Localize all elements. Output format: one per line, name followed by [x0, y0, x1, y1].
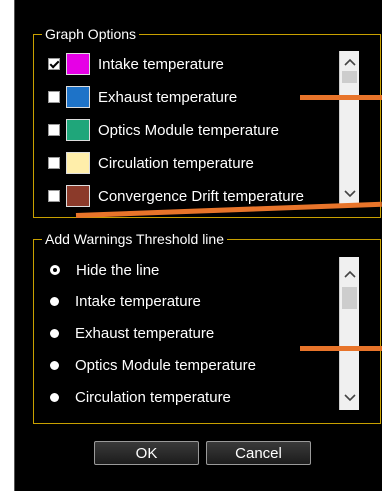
circulation-color-swatch[interactable] — [66, 152, 90, 174]
circulation-warning-label: Circulation temperature — [75, 388, 231, 406]
warning-option-hide[interactable]: Hide the line — [48, 257, 159, 283]
intake-warning-label: Intake temperature — [75, 292, 201, 310]
scroll-up-arrow-icon[interactable] — [340, 55, 359, 69]
intake-checkbox[interactable] — [48, 58, 60, 70]
callout-line-graph-options — [300, 95, 382, 100]
exhaust-color-swatch[interactable] — [66, 86, 90, 108]
intake-color-swatch[interactable] — [66, 53, 90, 75]
graph-options-scrollbar[interactable] — [339, 51, 359, 205]
optics-radio[interactable] — [50, 360, 59, 370]
graph-options-dialog: Graph Options Intake temperature Exhaust… — [14, 0, 382, 491]
callout-line-warnings — [300, 346, 382, 351]
intake-radio[interactable] — [50, 296, 59, 306]
warning-option-intake[interactable]: Intake temperature — [48, 288, 201, 314]
graph-option-exhaust[interactable]: Exhaust temperature — [48, 84, 237, 110]
warning-option-exhaust[interactable]: Exhaust temperature — [48, 320, 214, 346]
warnings-scrollbar[interactable] — [339, 257, 359, 410]
optics-warning-label: Optics Module temperature — [75, 356, 256, 374]
scroll-thumb[interactable] — [342, 287, 357, 309]
exhaust-radio[interactable] — [50, 328, 59, 338]
circulation-label: Circulation temperature — [98, 154, 254, 172]
graph-options-title: Graph Options — [42, 26, 140, 42]
warnings-threshold-group: Add Warnings Threshold line Hide the lin… — [33, 231, 381, 424]
scroll-thumb[interactable] — [342, 71, 357, 83]
ok-button[interactable]: OK — [94, 441, 199, 465]
warning-option-circulation[interactable]: Circulation temperature — [48, 384, 231, 410]
cancel-button[interactable]: Cancel — [206, 441, 311, 465]
optics-color-swatch[interactable] — [66, 119, 90, 141]
warning-option-optics[interactable]: Optics Module temperature — [48, 352, 256, 378]
exhaust-checkbox[interactable] — [48, 91, 60, 103]
warnings-threshold-title: Add Warnings Threshold line — [42, 231, 227, 247]
optics-label: Optics Module temperature — [98, 121, 279, 139]
hide-line-label: Hide the line — [76, 261, 160, 279]
intake-label: Intake temperature — [98, 55, 224, 73]
graph-options-group: Graph Options Intake temperature Exhaust… — [33, 26, 381, 218]
convergence-color-swatch[interactable] — [66, 185, 90, 207]
exhaust-label: Exhaust temperature — [98, 88, 238, 106]
scroll-up-arrow-icon[interactable] — [340, 267, 359, 281]
graph-option-optics[interactable]: Optics Module temperature — [48, 117, 279, 143]
convergence-checkbox[interactable] — [48, 190, 60, 202]
graph-option-circulation[interactable]: Circulation temperature — [48, 150, 254, 176]
hide-line-radio[interactable] — [50, 265, 60, 275]
optics-checkbox[interactable] — [48, 124, 60, 136]
convergence-label: Convergence Drift temperature — [98, 187, 304, 205]
circulation-radio[interactable] — [50, 392, 59, 402]
circulation-checkbox[interactable] — [48, 157, 60, 169]
scroll-down-arrow-icon[interactable] — [340, 391, 359, 405]
exhaust-warning-label: Exhaust temperature — [75, 324, 215, 342]
graph-option-intake[interactable]: Intake temperature — [48, 51, 224, 77]
scroll-down-arrow-icon[interactable] — [340, 187, 359, 201]
